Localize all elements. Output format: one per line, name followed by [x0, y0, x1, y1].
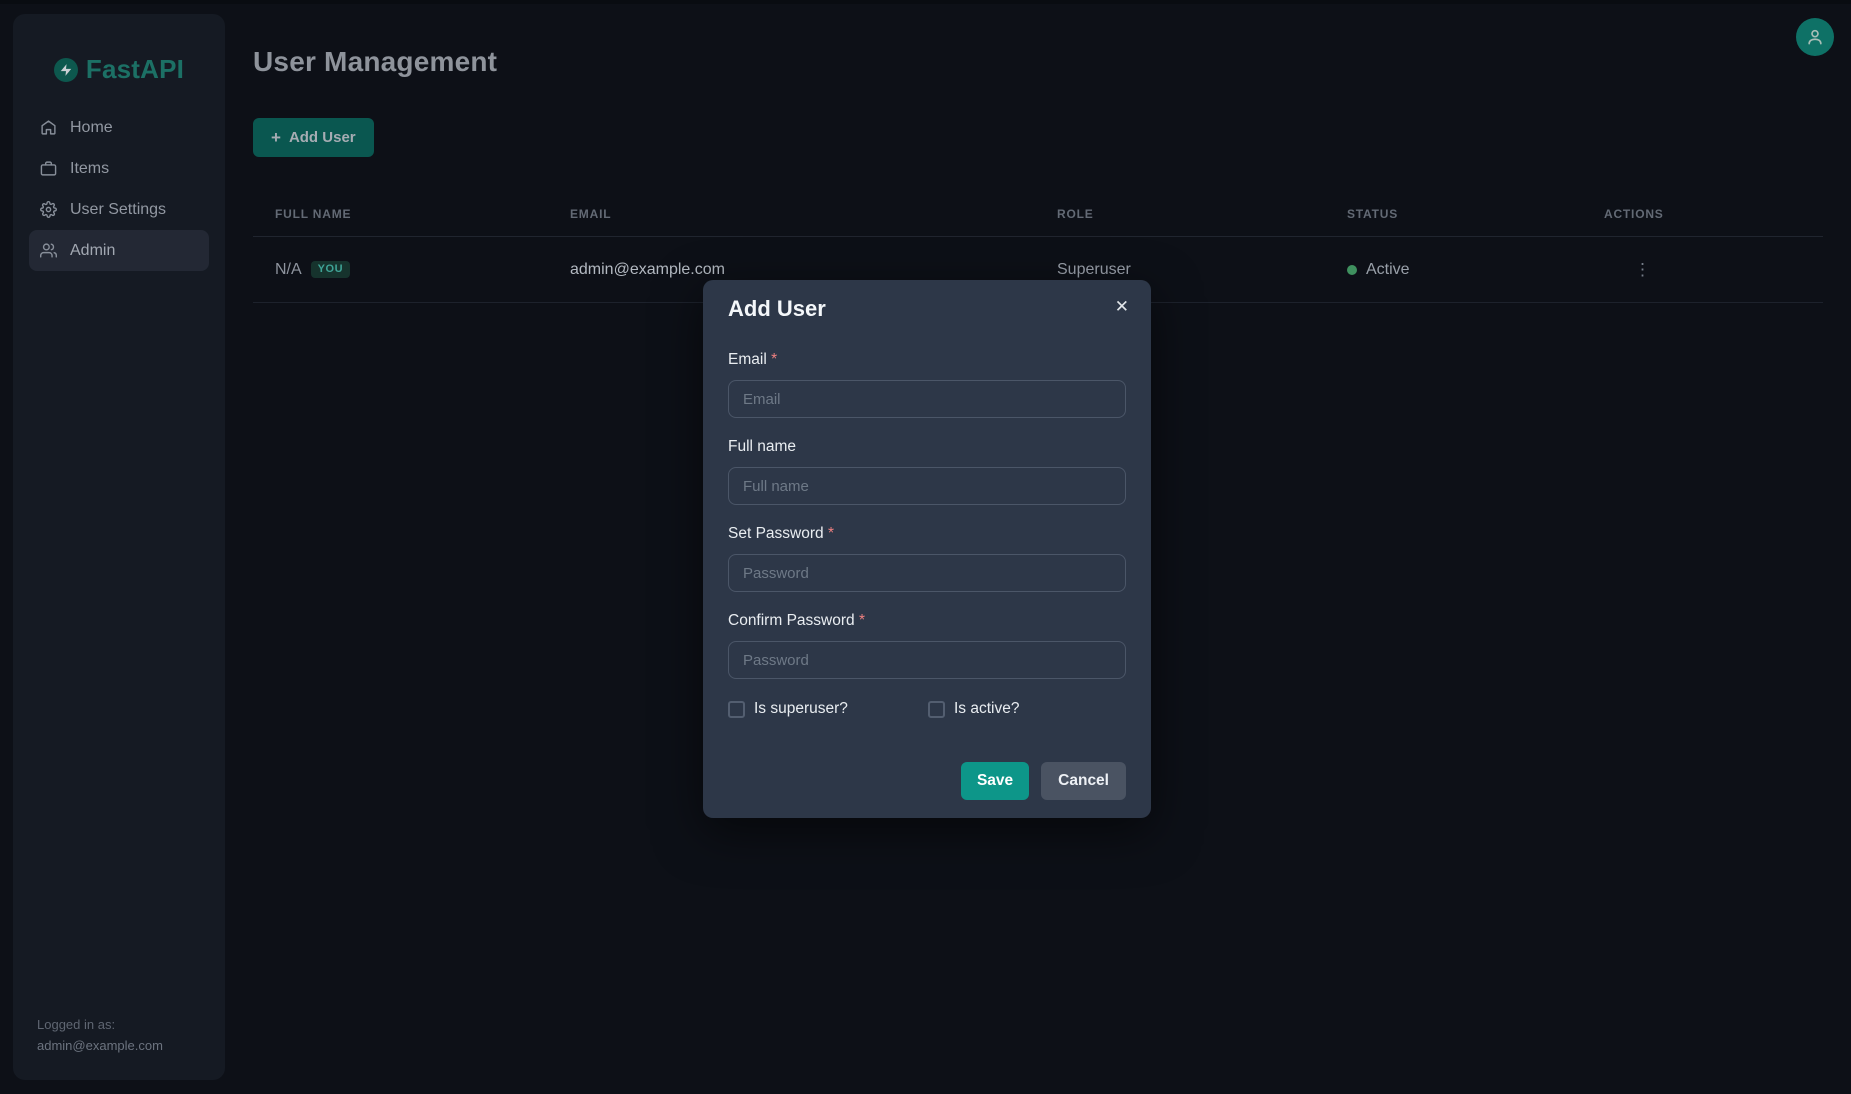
briefcase-icon — [40, 160, 57, 177]
required-mark: * — [771, 351, 777, 368]
required-mark: * — [859, 612, 865, 629]
add-user-modal: Add User ✕ Email * Full name Set Passwor… — [703, 280, 1151, 818]
email-field[interactable] — [728, 380, 1126, 418]
confirm-password-label: Confirm Password * — [728, 612, 1126, 630]
set-password-field-group: Set Password * — [728, 525, 1126, 592]
home-icon — [40, 119, 57, 136]
modal-body: Email * Full name Set Password * Confirm… — [728, 351, 1126, 800]
cell-email: admin@example.com — [548, 261, 1035, 279]
full-name-field[interactable] — [728, 467, 1126, 505]
sidebar: FastAPI Home Items User Settings Admin — [13, 14, 225, 1080]
status-label: Active — [1366, 261, 1410, 279]
modal-title: Add User — [728, 296, 826, 322]
logged-in-email: admin@example.com — [37, 1035, 163, 1056]
email-label: Email * — [728, 351, 1126, 369]
set-password-field[interactable] — [728, 554, 1126, 592]
checkbox-row: Is superuser? Is active? — [728, 700, 1126, 718]
you-badge: YOU — [311, 261, 350, 278]
sidebar-item-admin[interactable]: Admin — [29, 230, 209, 271]
table-header-row: FULL NAME EMAIL ROLE STATUS ACTIONS — [253, 191, 1823, 237]
cell-full-name: N/A YOU — [253, 261, 548, 279]
close-icon[interactable]: ✕ — [1107, 292, 1137, 321]
col-header-actions: ACTIONS — [1582, 207, 1823, 221]
col-header-status: STATUS — [1325, 207, 1582, 221]
cancel-button[interactable]: Cancel — [1041, 762, 1126, 800]
fastapi-logo-icon — [54, 58, 78, 82]
required-mark: * — [828, 525, 834, 542]
add-user-label: Add User — [289, 129, 356, 146]
is-superuser-checkbox[interactable]: Is superuser? — [728, 700, 928, 718]
set-password-label: Set Password * — [728, 525, 1126, 543]
col-header-full-name: FULL NAME — [253, 207, 548, 221]
cell-role: Superuser — [1035, 261, 1325, 279]
sidebar-nav: Home Items User Settings Admin — [13, 107, 225, 271]
full-name-field-group: Full name — [728, 438, 1126, 505]
email-field-group: Email * — [728, 351, 1126, 418]
status-active-dot — [1347, 265, 1357, 275]
row-actions-kebab-icon[interactable]: ⋮ — [1628, 257, 1657, 282]
confirm-password-field-group: Confirm Password * — [728, 612, 1126, 679]
cell-actions: ⋮ — [1582, 257, 1823, 282]
page-title: User Management — [253, 46, 497, 78]
sidebar-item-items[interactable]: Items — [29, 148, 209, 189]
sidebar-item-user-settings[interactable]: User Settings — [29, 189, 209, 230]
save-button[interactable]: Save — [961, 762, 1029, 800]
gear-icon — [40, 201, 57, 218]
is-active-checkbox-input[interactable] — [928, 701, 945, 718]
sidebar-item-label: Admin — [70, 242, 115, 260]
add-user-button[interactable]: + Add User — [253, 118, 374, 157]
col-header-role: ROLE — [1035, 207, 1325, 221]
users-icon — [40, 242, 57, 259]
is-superuser-label: Is superuser? — [754, 700, 848, 718]
sidebar-item-label: Home — [70, 119, 113, 137]
is-superuser-checkbox-input[interactable] — [728, 701, 745, 718]
logged-in-label: Logged in as: — [37, 1014, 163, 1035]
sidebar-item-home[interactable]: Home — [29, 107, 209, 148]
is-active-label: Is active? — [954, 700, 1019, 718]
modal-actions: Save Cancel — [728, 762, 1126, 800]
full-name-value: N/A — [275, 261, 302, 279]
sidebar-item-label: User Settings — [70, 201, 166, 219]
is-active-checkbox[interactable]: Is active? — [928, 700, 1019, 718]
confirm-password-field[interactable] — [728, 641, 1126, 679]
col-header-email: EMAIL — [548, 207, 1035, 221]
sidebar-item-label: Items — [70, 160, 109, 178]
plus-icon: + — [271, 129, 281, 146]
full-name-label: Full name — [728, 438, 1126, 456]
cell-status: Active — [1325, 261, 1582, 279]
brand-name: FastAPI — [86, 54, 184, 85]
logged-in-as: Logged in as: admin@example.com — [37, 1014, 163, 1056]
fastapi-logo: FastAPI — [13, 54, 225, 85]
